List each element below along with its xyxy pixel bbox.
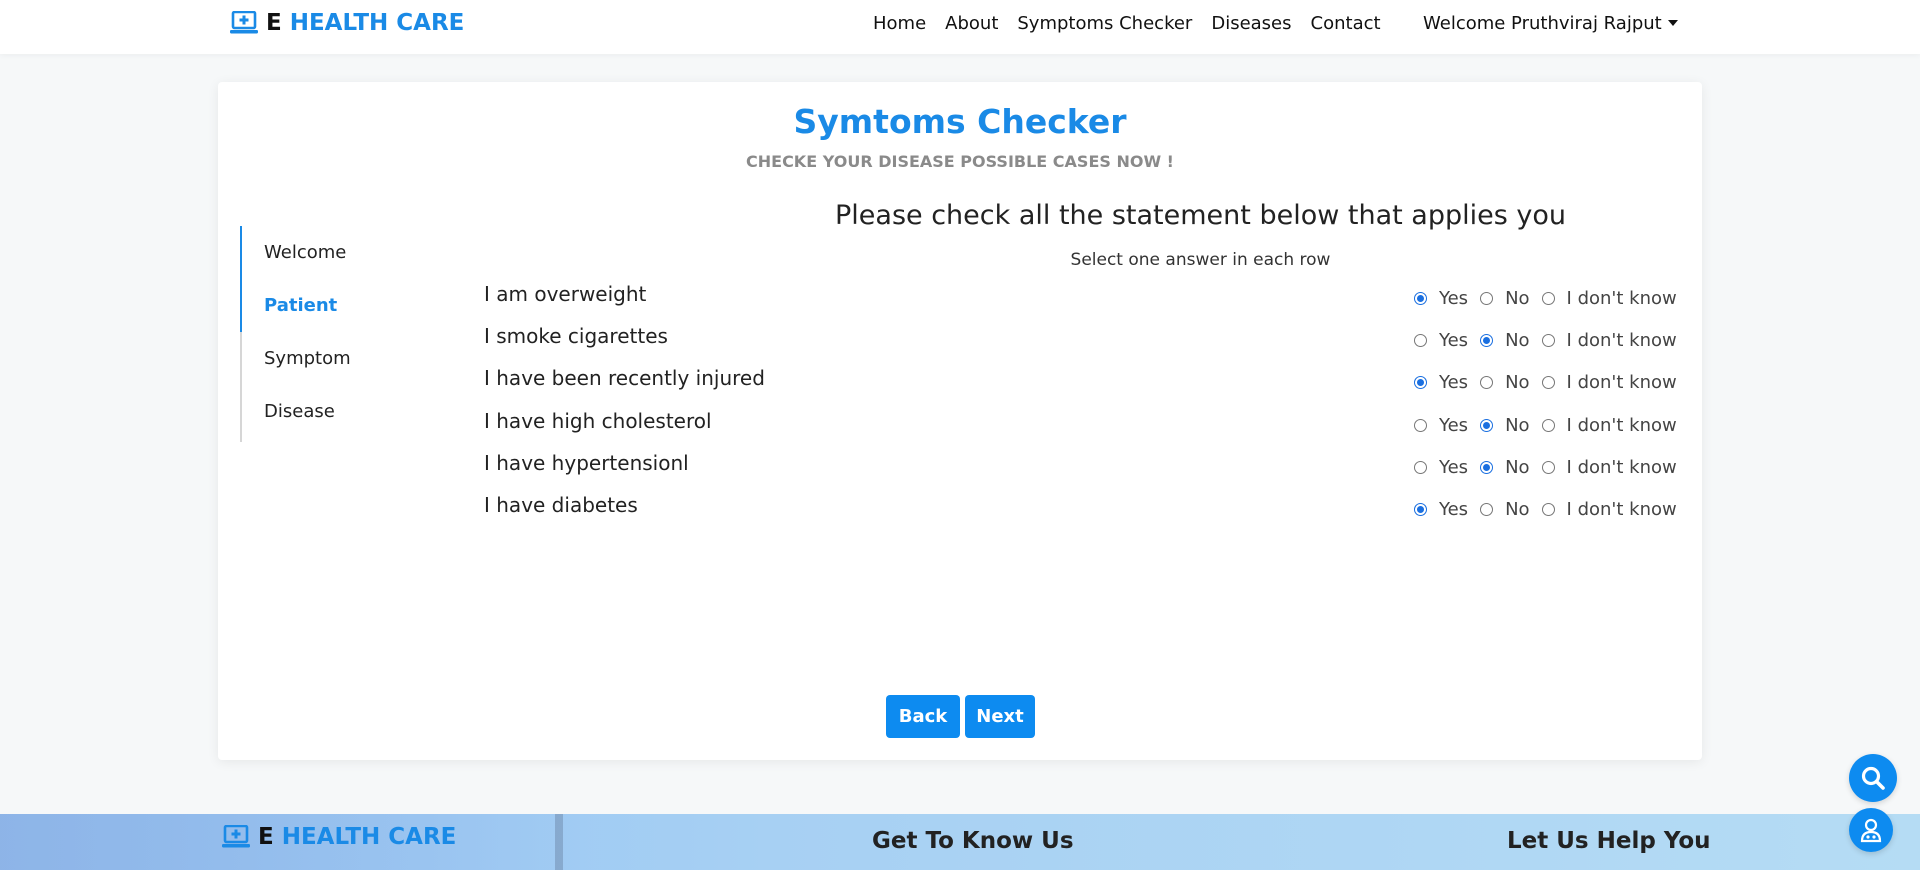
nav-contact[interactable]: Contact	[1311, 13, 1381, 34]
doctor-icon	[1860, 818, 1882, 843]
footer: E HEALTH CARE Get To Know Us Let Us Help…	[0, 814, 1920, 870]
question-row: I have been recently injured Yes No I do…	[484, 366, 1694, 396]
footer-brand-logo[interactable]: E HEALTH CARE	[222, 824, 456, 850]
radio-yes[interactable]	[1414, 333, 1427, 347]
next-button[interactable]: Next	[965, 695, 1035, 738]
brand-e: E	[266, 10, 282, 36]
option-dont-know-label: I don't know	[1566, 414, 1677, 436]
option-dont-know-label: I don't know	[1566, 371, 1677, 393]
top-navbar: E HEALTH CARE Home About Symptoms Checke…	[0, 0, 1920, 54]
footer-brand-name: HEALTH CARE	[281, 824, 457, 850]
radio-dont-know[interactable]	[1541, 460, 1555, 474]
step-active-indicator	[240, 226, 242, 332]
user-menu-label: Welcome Pruthviraj Rajput	[1423, 12, 1662, 34]
option-no-label: No	[1505, 414, 1530, 436]
radio-no[interactable]	[1480, 291, 1494, 305]
radio-no[interactable]	[1480, 333, 1494, 347]
page-title: Symtoms Checker	[793, 102, 1127, 141]
page-subtitle: CHECKE YOUR DISEASE POSSIBLE CASES NOW !	[746, 152, 1174, 171]
search-icon	[1861, 766, 1885, 790]
radio-dont-know[interactable]	[1541, 418, 1555, 432]
nav-diseases[interactable]: Diseases	[1211, 13, 1291, 34]
option-no-label: No	[1505, 371, 1530, 393]
radio-yes[interactable]	[1414, 375, 1427, 389]
question-row: I have diabetes Yes No I don't know	[484, 493, 1694, 523]
brand-logo[interactable]: E HEALTH CARE	[230, 8, 464, 38]
question-row: I have hypertensionl Yes No I don't know	[484, 451, 1694, 481]
footer-brand-e: E	[258, 824, 274, 850]
option-dont-know-label: I don't know	[1566, 498, 1677, 520]
question-statement: I am overweight	[484, 282, 647, 306]
question-statement: I have been recently injured	[484, 366, 765, 390]
floating-search-button[interactable]	[1849, 754, 1897, 802]
caret-down-icon	[1667, 20, 1678, 26]
question-statement: I have high cholesterol	[484, 409, 712, 433]
option-dont-know-label: I don't know	[1566, 287, 1677, 309]
step-welcome[interactable]: Welcome	[264, 242, 346, 263]
option-yes-label: Yes	[1439, 498, 1469, 520]
questions-heading: Please check all the statement below tha…	[835, 200, 1566, 231]
option-no-label: No	[1505, 329, 1530, 351]
option-no-label: No	[1505, 456, 1530, 478]
step-symptom[interactable]: Symptom	[264, 348, 351, 369]
option-yes-label: Yes	[1439, 287, 1469, 309]
radio-dont-know[interactable]	[1541, 333, 1555, 347]
step-patient[interactable]: Patient	[264, 295, 337, 316]
user-menu-dropdown[interactable]: Welcome Pruthviraj Rajput	[1423, 10, 1678, 36]
radio-no[interactable]	[1480, 502, 1494, 516]
question-statement: I have hypertensionl	[484, 451, 689, 475]
answer-options: Yes No I don't know	[1414, 455, 1677, 479]
nav-about[interactable]: About	[945, 13, 998, 34]
main-nav: Home About Symptoms Checker Diseases Con…	[873, 10, 1381, 36]
option-yes-label: Yes	[1439, 414, 1469, 436]
answer-options: Yes No I don't know	[1414, 413, 1677, 437]
radio-dont-know[interactable]	[1541, 375, 1555, 389]
radio-no[interactable]	[1480, 460, 1494, 474]
radio-dont-know[interactable]	[1541, 291, 1555, 305]
question-statement: I smoke cigarettes	[484, 324, 668, 348]
radio-dont-know[interactable]	[1541, 502, 1555, 516]
radio-yes[interactable]	[1414, 460, 1427, 474]
footer-heading-get-to-know-us: Get To Know Us	[872, 828, 1074, 854]
footer-heading-let-us-help-you: Let Us Help You	[1507, 828, 1711, 854]
answer-options: Yes No I don't know	[1414, 497, 1677, 521]
radio-no[interactable]	[1480, 375, 1494, 389]
radio-yes[interactable]	[1414, 418, 1427, 432]
floating-doctor-button[interactable]	[1849, 808, 1893, 852]
option-yes-label: Yes	[1439, 456, 1469, 478]
option-no-label: No	[1505, 498, 1530, 520]
radio-yes[interactable]	[1414, 291, 1427, 305]
nav-home[interactable]: Home	[873, 13, 926, 34]
option-dont-know-label: I don't know	[1566, 329, 1677, 351]
back-button[interactable]: Back	[886, 695, 960, 738]
question-statement: I have diabetes	[484, 493, 638, 517]
brand-name: HEALTH CARE	[289, 10, 465, 36]
answer-options: Yes No I don't know	[1414, 286, 1677, 310]
question-row: I smoke cigarettes Yes No I don't know	[484, 324, 1694, 354]
symptoms-checker-card: Symtoms Checker CHECKE YOUR DISEASE POSS…	[218, 82, 1702, 760]
answer-options: Yes No I don't know	[1414, 328, 1677, 352]
monitor-medical-icon	[222, 825, 250, 848]
question-row: I am overweight Yes No I don't know	[484, 282, 1694, 312]
answer-options: Yes No I don't know	[1414, 370, 1677, 394]
radio-yes[interactable]	[1414, 502, 1427, 516]
step-disease[interactable]: Disease	[264, 401, 335, 422]
option-yes-label: Yes	[1439, 329, 1469, 351]
option-yes-label: Yes	[1439, 371, 1469, 393]
radio-no[interactable]	[1480, 418, 1494, 432]
question-row: I have high cholesterol Yes No I don't k…	[484, 409, 1694, 439]
questions-instruction: Select one answer in each row	[1070, 250, 1331, 270]
monitor-medical-icon	[230, 11, 258, 34]
option-no-label: No	[1505, 287, 1530, 309]
footer-decoration	[555, 814, 563, 870]
option-dont-know-label: I don't know	[1566, 456, 1677, 478]
step-progress: Welcome Patient Symptom Disease	[240, 226, 420, 442]
nav-symptoms-checker[interactable]: Symptoms Checker	[1017, 13, 1192, 34]
